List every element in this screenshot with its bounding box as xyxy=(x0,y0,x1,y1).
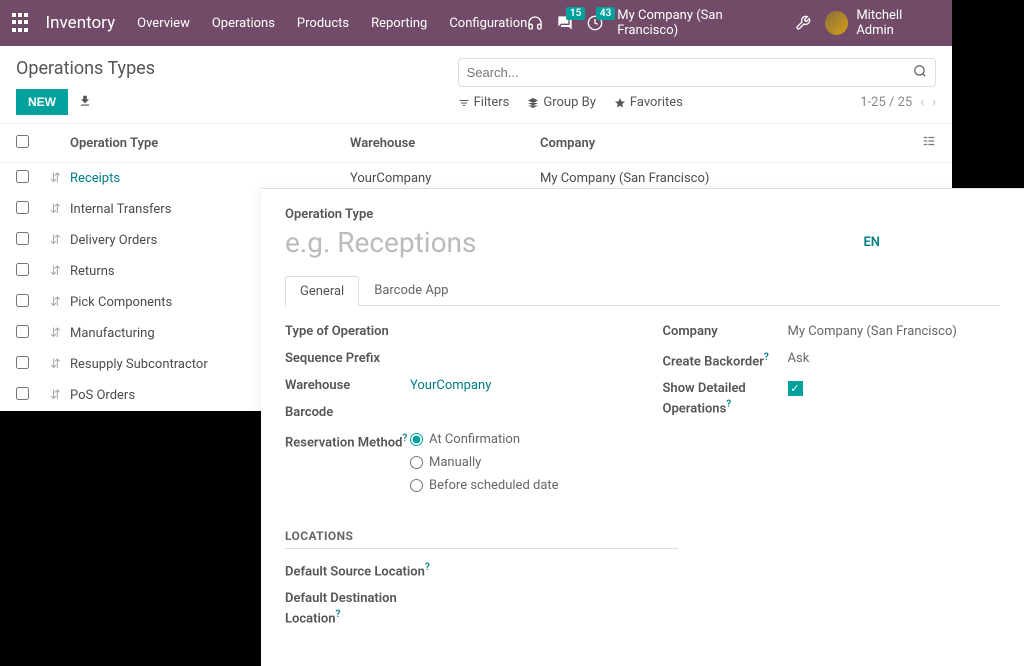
app-brand[interactable]: Inventory xyxy=(46,13,116,33)
pager: 1-25 / 25 ‹ › xyxy=(860,95,936,110)
form-tabs: General Barcode App xyxy=(285,275,1000,306)
row-checkbox[interactable] xyxy=(16,387,29,400)
cell-wh: YourCompany xyxy=(350,171,540,186)
label-warehouse: Warehouse xyxy=(285,378,410,395)
field-create-backorder[interactable]: Ask xyxy=(788,351,1001,371)
drag-handle-icon[interactable]: ⇵ xyxy=(50,264,70,279)
main-navbar: Inventory Overview Operations Products R… xyxy=(0,0,952,46)
filters-label: Filters xyxy=(474,95,510,110)
search-icon[interactable] xyxy=(913,63,927,82)
field-company[interactable]: My Company (San Francisco) xyxy=(788,324,1001,341)
tab-barcode-app[interactable]: Barcode App xyxy=(359,275,463,305)
row-checkbox[interactable] xyxy=(16,325,29,338)
pager-next[interactable]: › xyxy=(932,95,936,110)
pager-count: 1-25 / 25 xyxy=(860,95,912,110)
radio-manually[interactable]: Manually xyxy=(410,455,623,470)
label-default-destination: Default Destination Location? xyxy=(285,591,445,628)
drag-handle-icon[interactable]: ⇵ xyxy=(50,357,70,372)
drag-handle-icon[interactable]: ⇵ xyxy=(50,171,70,186)
avatar xyxy=(825,11,848,35)
drag-handle-icon[interactable]: ⇵ xyxy=(50,326,70,341)
help-icon[interactable]: ? xyxy=(726,399,731,410)
messages-badge: 15 xyxy=(566,7,585,20)
row-checkbox[interactable] xyxy=(16,201,29,214)
col-warehouse[interactable]: Warehouse xyxy=(350,136,540,151)
page-title: Operations Types xyxy=(16,58,458,79)
pager-prev[interactable]: ‹ xyxy=(920,95,924,110)
radio-at-confirmation[interactable]: At Confirmation xyxy=(410,432,623,447)
row-checkbox[interactable] xyxy=(16,170,29,183)
new-button[interactable]: NEW xyxy=(16,89,68,115)
tab-general[interactable]: General xyxy=(285,276,359,306)
help-icon[interactable]: ? xyxy=(425,562,430,573)
checkbox-show-detailed[interactable]: ✓ xyxy=(788,381,803,396)
reservation-method-radio[interactable]: At Confirmation Manually Before schedule… xyxy=(410,432,623,493)
row-checkbox[interactable] xyxy=(16,232,29,245)
user-name: Mitchell Admin xyxy=(856,8,940,38)
groupby-label: Group By xyxy=(543,95,596,110)
label-create-backorder: Create Backorder? xyxy=(663,351,788,371)
groupby-button[interactable]: Group By xyxy=(527,95,596,110)
user-menu[interactable]: Mitchell Admin xyxy=(825,8,940,38)
section-locations: LOCATIONS xyxy=(285,529,678,549)
support-icon[interactable] xyxy=(527,15,543,31)
label-default-source: Default Source Location? xyxy=(285,561,445,581)
label-barcode: Barcode xyxy=(285,405,410,422)
nav-reporting[interactable]: Reporting xyxy=(371,16,427,31)
cell-op: Receipts xyxy=(70,171,350,186)
table-options-icon[interactable] xyxy=(906,134,936,152)
nav-products[interactable]: Products xyxy=(297,16,349,31)
field-type-of-operation[interactable] xyxy=(410,324,623,341)
favorites-button[interactable]: Favorites xyxy=(614,95,683,110)
field-barcode[interactable] xyxy=(410,405,623,422)
form-panel: Operation Type e.g. Receptions EN Genera… xyxy=(261,188,1024,666)
drag-handle-icon[interactable]: ⇵ xyxy=(50,295,70,310)
nav-overview[interactable]: Overview xyxy=(137,16,190,31)
form-field-label: Operation Type xyxy=(285,207,1000,222)
field-warehouse[interactable]: YourCompany xyxy=(410,378,623,395)
row-checkbox[interactable] xyxy=(16,294,29,307)
filters-button[interactable]: Filters xyxy=(458,95,510,110)
search-input[interactable] xyxy=(467,65,913,80)
select-all-checkbox[interactable] xyxy=(16,135,29,148)
label-type-of-operation: Type of Operation xyxy=(285,324,410,341)
row-checkbox[interactable] xyxy=(16,263,29,276)
radio-before-date[interactable]: Before scheduled date xyxy=(410,478,623,493)
operation-type-input[interactable]: e.g. Receptions xyxy=(285,226,863,259)
activities-badge: 43 xyxy=(596,7,615,20)
nav-menu: Overview Operations Products Reporting C… xyxy=(137,16,527,31)
field-sequence-prefix[interactable] xyxy=(410,351,623,368)
help-icon[interactable]: ? xyxy=(764,352,769,363)
table-header: Operation Type Warehouse Company xyxy=(0,123,952,163)
nav-operations[interactable]: Operations xyxy=(212,16,275,31)
col-company[interactable]: Company xyxy=(540,136,906,151)
label-sequence-prefix: Sequence Prefix xyxy=(285,351,410,368)
drag-handle-icon[interactable]: ⇵ xyxy=(50,388,70,403)
row-checkbox[interactable] xyxy=(16,356,29,369)
download-icon[interactable] xyxy=(78,93,92,112)
col-operation-type[interactable]: Operation Type xyxy=(70,136,350,151)
favorites-label: Favorites xyxy=(630,95,683,110)
messages-icon[interactable]: 15 xyxy=(557,15,573,31)
drag-handle-icon[interactable]: ⇵ xyxy=(50,202,70,217)
label-reservation-method: Reservation Method? xyxy=(285,432,410,493)
label-show-detailed: Show Detailed Operations? xyxy=(663,381,788,418)
help-icon[interactable]: ? xyxy=(336,609,341,620)
label-company: Company xyxy=(663,324,788,341)
cell-co: My Company (San Francisco) xyxy=(540,171,936,186)
settings-icon[interactable] xyxy=(795,15,811,31)
help-icon[interactable]: ? xyxy=(402,433,407,444)
company-switcher[interactable]: My Company (San Francisco) xyxy=(617,8,781,38)
apps-icon[interactable] xyxy=(12,13,32,33)
control-panel: Operations Types NEW Filters xyxy=(0,46,952,123)
language-button[interactable]: EN xyxy=(863,235,880,250)
activities-icon[interactable]: 43 xyxy=(587,15,603,31)
search-box[interactable] xyxy=(458,58,936,87)
nav-configuration[interactable]: Configuration xyxy=(449,16,527,31)
drag-handle-icon[interactable]: ⇵ xyxy=(50,233,70,248)
